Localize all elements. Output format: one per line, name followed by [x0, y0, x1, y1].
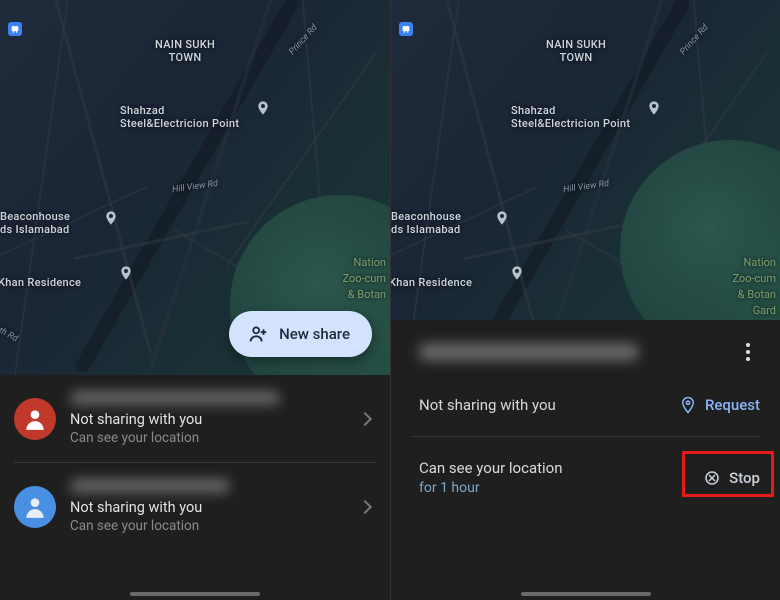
map-label-nainsukh: NAIN SUKHTOWN	[155, 38, 215, 64]
contact-substatus: Can see your location	[70, 518, 346, 534]
screen-right: NAIN SUKHTOWN Prince Rd ShahzadSteel&Ele…	[390, 0, 780, 600]
not-sharing-text: Not sharing with you	[419, 396, 679, 414]
map-area[interactable]: NAIN SUKHTOWN Prince Rd ShahzadSteel&Ele…	[391, 0, 780, 320]
can-see-duration: for 1 hour	[419, 480, 563, 496]
map-label-shahzad: ShahzadSteel&Electricion Point	[511, 104, 630, 130]
map-label-hillview: Hill View Rd	[172, 179, 219, 195]
avatar	[14, 398, 56, 440]
map-pin-icon	[646, 100, 662, 116]
more-options-button[interactable]	[736, 340, 760, 364]
map-label-nainsukh: NAIN SUKHTOWN	[546, 38, 606, 64]
map-label-shahzad: ShahzadSteel&Electricion Point	[120, 104, 239, 130]
map-pin-icon	[103, 210, 119, 226]
not-sharing-row: Not sharing with you Request	[391, 374, 780, 436]
request-button[interactable]: Request	[679, 396, 760, 414]
contact-substatus: Can see your location	[70, 430, 346, 446]
home-indicator	[130, 592, 260, 596]
contact-row[interactable]: Not sharing with you Can see your locati…	[0, 463, 390, 550]
can-see-text: Can see your location	[419, 459, 563, 477]
contact-name-redacted	[70, 391, 280, 405]
chevron-right-icon	[358, 499, 372, 513]
map-label-botan: & Botan	[738, 288, 776, 301]
sheet-header	[391, 320, 780, 374]
map-label-hillview: Hill View Rd	[563, 179, 610, 195]
contact-name-redacted	[70, 479, 230, 493]
map-label-nation: Nation	[744, 256, 776, 269]
chevron-right-icon	[358, 411, 372, 425]
new-share-label: New share	[279, 325, 350, 343]
stop-button[interactable]: Stop	[703, 469, 760, 487]
map-label-thrd: th Rd	[0, 326, 19, 344]
new-share-button[interactable]: New share	[229, 311, 372, 357]
location-pin-icon	[679, 396, 697, 414]
contact-row[interactable]: Not sharing with you Can see your locati…	[0, 375, 390, 462]
stop-circle-icon	[703, 469, 721, 487]
bus-stop-icon	[399, 22, 413, 36]
map-label-gard: Gard	[753, 304, 776, 317]
contact-status: Not sharing with you	[70, 411, 346, 428]
map-label-nation: Nation	[354, 256, 386, 269]
map-pin-icon	[509, 265, 525, 281]
map-pin-icon	[118, 265, 134, 281]
map-label-khan: Khan Residence	[391, 276, 472, 289]
share-list-sheet: Not sharing with you Can see your locati…	[0, 375, 390, 600]
map-area[interactable]: NAIN SUKHTOWN Prince Rd ShahzadSteel&Ele…	[0, 0, 390, 375]
contact-name-redacted	[419, 343, 639, 361]
screen-left: NAIN SUKHTOWN Prince Rd ShahzadSteel&Ele…	[0, 0, 390, 600]
stop-label: Stop	[729, 469, 760, 487]
map-label-zoo: Zoo-cum	[732, 272, 776, 285]
map-pin-icon	[255, 100, 271, 116]
person-add-icon	[247, 323, 269, 345]
avatar	[14, 486, 56, 528]
request-label: Request	[705, 396, 760, 414]
contact-detail-sheet: Not sharing with you Request Can see you…	[391, 320, 780, 600]
map-label-beaconhouse: Beaconhouseds Islamabad	[391, 210, 461, 236]
home-indicator	[521, 592, 651, 596]
can-see-row: Can see your location for 1 hour Stop	[391, 437, 780, 518]
contact-status: Not sharing with you	[70, 499, 346, 516]
bus-stop-icon	[8, 22, 22, 36]
map-label-zoo: Zoo-cum	[342, 272, 386, 285]
map-label-botan: & Botan	[348, 288, 386, 301]
map-label-beaconhouse: Beaconhouseds Islamabad	[0, 210, 70, 236]
map-pin-icon	[494, 210, 510, 226]
map-label-khan: Khan Residence	[0, 276, 81, 289]
